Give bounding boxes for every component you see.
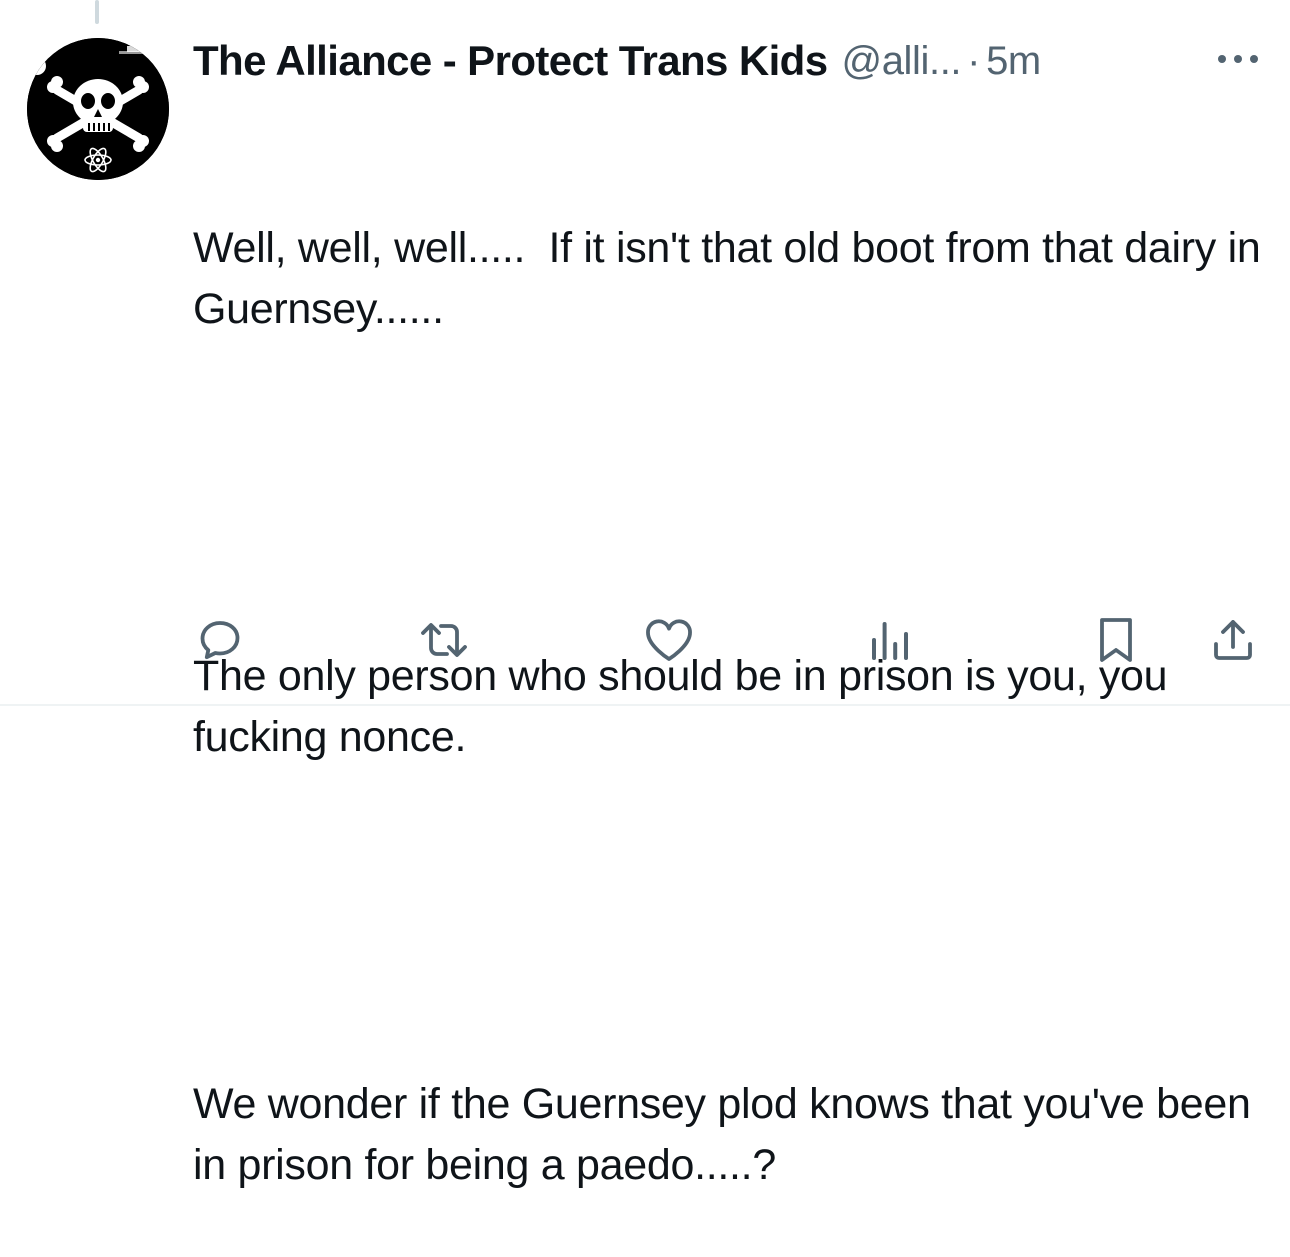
reply-button[interactable] bbox=[192, 612, 248, 668]
avatar[interactable] bbox=[27, 38, 169, 180]
tweet-paragraph: We wonder if the Guernsey plod knows tha… bbox=[193, 1080, 1263, 1189]
display-name[interactable]: The Alliance - Protect Trans Kids bbox=[193, 37, 828, 85]
tweet-paragraph: Well, well, well..... If it isn't that o… bbox=[193, 224, 1273, 333]
tweet-header: The Alliance - Protect Trans Kids @alli.… bbox=[193, 36, 1263, 86]
like-button[interactable] bbox=[641, 612, 697, 668]
share-icon bbox=[1214, 620, 1252, 660]
user-handle[interactable]: @alli... bbox=[841, 39, 961, 84]
timestamp[interactable]: 5m bbox=[986, 39, 1041, 84]
retweet-icon bbox=[421, 623, 467, 657]
heart-icon bbox=[646, 619, 692, 661]
analytics-icon bbox=[872, 622, 908, 660]
bookmark-button[interactable] bbox=[1092, 612, 1140, 668]
separator-dot: · bbox=[967, 38, 981, 83]
tweet-divider bbox=[0, 704, 1290, 706]
skull-crossbones-icon bbox=[27, 38, 169, 180]
reply-icon bbox=[200, 621, 240, 660]
more-dots-icon bbox=[1218, 55, 1258, 63]
thread-connector-line bbox=[95, 0, 99, 24]
tweet-text: Well, well, well..... If it isn't that o… bbox=[193, 96, 1263, 1257]
views-button[interactable] bbox=[865, 612, 915, 668]
share-button[interactable] bbox=[1208, 612, 1258, 668]
tweet-action-bar bbox=[0, 612, 1290, 668]
more-options-button[interactable] bbox=[1213, 44, 1263, 74]
bookmark-icon bbox=[1100, 618, 1132, 662]
retweet-button[interactable] bbox=[412, 612, 476, 668]
